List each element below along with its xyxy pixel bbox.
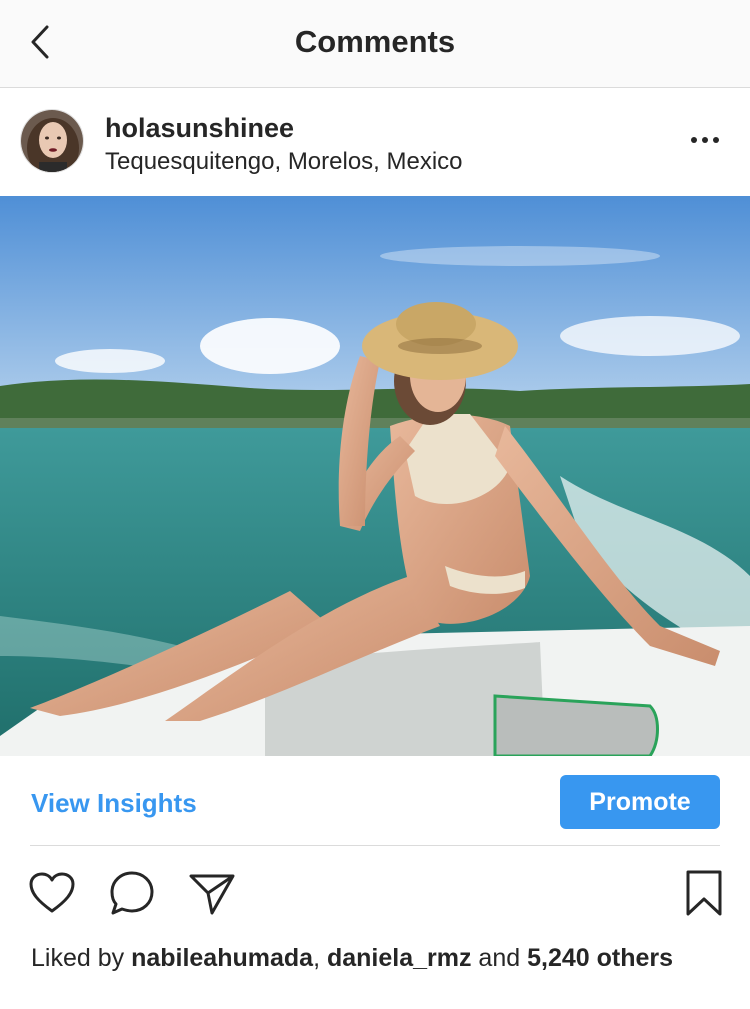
share-button[interactable] <box>184 865 240 921</box>
likes-prefix: Liked by <box>31 944 132 972</box>
comment-icon <box>110 871 154 915</box>
likes-and: and <box>471 944 528 972</box>
more-options-button[interactable] <box>680 125 730 155</box>
send-icon <box>189 874 235 915</box>
nav-bar: Comments <box>0 0 750 88</box>
post-location[interactable]: Tequesquitengo, Morelos, Mexico <box>105 148 463 176</box>
page-title: Comments <box>294 24 456 59</box>
post-photo[interactable] <box>0 196 750 756</box>
post-header: holasunshinee Tequesquitengo, Morelos, M… <box>0 89 750 195</box>
liker-username[interactable]: daniela_rmz <box>327 944 472 972</box>
likes-separator: , <box>313 944 327 972</box>
divider <box>30 845 720 846</box>
action-bar <box>0 865 750 925</box>
save-button[interactable] <box>676 865 732 921</box>
promote-button[interactable]: Promote <box>560 775 720 829</box>
avatar-image <box>21 110 83 172</box>
comment-button[interactable] <box>104 865 160 921</box>
liker-username[interactable]: nabileahumada <box>131 944 313 972</box>
photo-image <box>0 196 750 756</box>
avatar[interactable] <box>20 109 84 173</box>
likes-summary: Liked by nabileahumada, daniela_rmz and … <box>31 942 711 974</box>
heart-icon <box>29 872 75 913</box>
view-insights-link[interactable]: View Insights <box>31 788 197 819</box>
likes-count[interactable]: 5,240 others <box>527 944 673 972</box>
like-button[interactable] <box>24 865 80 921</box>
ellipsis-icon <box>691 137 719 143</box>
insights-row: View Insights Promote <box>0 758 750 846</box>
post-username[interactable]: holasunshinee <box>105 113 294 144</box>
bookmark-icon <box>686 870 722 916</box>
